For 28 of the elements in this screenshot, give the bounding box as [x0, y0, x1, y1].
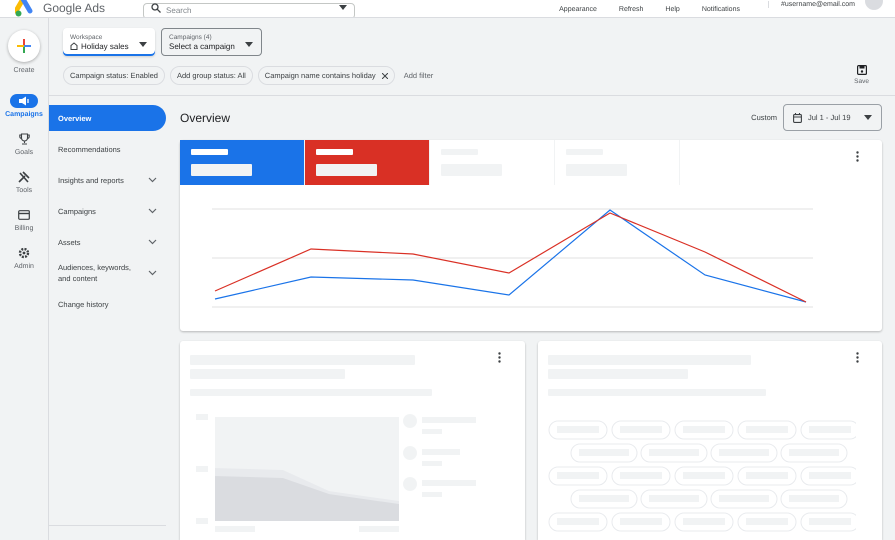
more-options-button[interactable]	[496, 351, 502, 363]
logo-text: Google Ads	[43, 1, 106, 15]
more-options-button[interactable]	[854, 351, 860, 363]
metric-tile[interactable]	[305, 140, 430, 185]
caret-icon	[139, 42, 147, 46]
more-options-button[interactable]	[854, 150, 860, 162]
card-icon	[18, 210, 30, 220]
home-icon	[70, 42, 78, 50]
chevron-icon	[148, 208, 157, 214]
tools-icon	[18, 171, 30, 183]
search-field[interactable]: Search	[143, 2, 356, 17]
chevron-icon	[148, 177, 157, 183]
calendar-icon	[793, 112, 802, 122]
megaphone-icon	[18, 96, 30, 106]
save-icon	[856, 65, 867, 75]
caret-icon	[339, 5, 348, 10]
search-icon	[151, 3, 162, 13]
chevron-icon	[148, 270, 157, 276]
chevron-icon	[148, 239, 157, 245]
caret-icon	[245, 42, 253, 46]
metric-tile[interactable]	[430, 140, 555, 185]
page-title: Overview	[180, 110, 230, 124]
metric-tile[interactable]	[180, 140, 305, 185]
caret-icon	[864, 115, 872, 120]
close-icon	[382, 72, 388, 78]
settings-icon	[18, 247, 30, 259]
plus-icon	[17, 39, 31, 53]
trophy-icon	[18, 133, 30, 145]
